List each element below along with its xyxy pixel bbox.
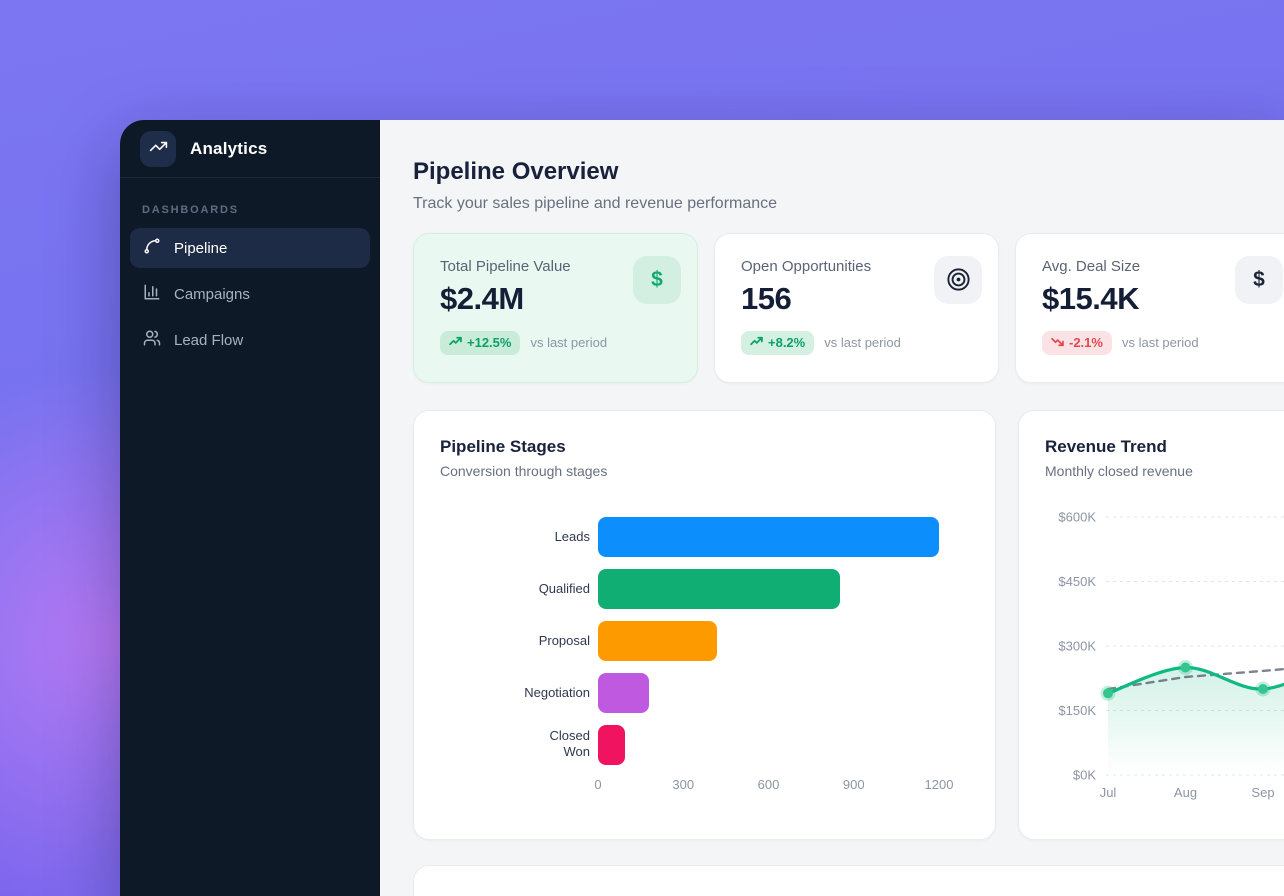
y-axis-tick: $150K (1058, 703, 1096, 718)
revenue-area (1108, 659, 1284, 775)
pipeline-stages-x-axis: 03006009001200 (598, 777, 969, 795)
sidebar-section-label: DASHBOARDS (130, 190, 370, 228)
y-axis-tick: $300K (1058, 638, 1096, 653)
y-axis-tick: $450K (1058, 574, 1096, 589)
app-title: Analytics (190, 139, 267, 159)
chart-title: Pipeline Stages (440, 437, 969, 457)
sidebar-item-label: Lead Flow (174, 332, 243, 349)
data-point-jul (1103, 688, 1113, 698)
bar-row-leads: Leads (440, 517, 969, 557)
bar-row-qualified: Qualified (440, 569, 969, 609)
delta-badge: -2.1% (1042, 331, 1112, 355)
kpi-card-avg-deal-size: Avg. Deal Size $15.4K -2.1% vs last peri… (1015, 233, 1284, 383)
main-content: Pipeline Overview Track your sales pipel… (380, 120, 1284, 896)
sidebar-item-lead-flow[interactable]: Lead Flow (130, 320, 370, 360)
trend-arrow-icon (750, 335, 763, 351)
page-subtitle: Track your sales pipeline and revenue pe… (413, 195, 1284, 213)
app-window: Analytics DASHBOARDS Pipeline Campaigns (120, 120, 1284, 896)
bar-qualified (598, 569, 840, 609)
bar-row-closed-won: Closed Won (440, 725, 969, 765)
bar-negotiation (598, 673, 649, 713)
chart-subtitle: Conversion through stages (440, 463, 969, 479)
sidebar-item-pipeline[interactable]: Pipeline (130, 228, 370, 268)
x-axis-tick: 900 (843, 777, 865, 792)
kpi-row: Total Pipeline Value $2.4M +12.5% vs las… (413, 233, 1284, 383)
bar-category-label: Proposal (539, 633, 590, 649)
bar-row-proposal: Proposal (440, 621, 969, 661)
bar-chart-icon (143, 283, 161, 305)
bar-proposal (598, 621, 717, 661)
trending-up-icon (149, 137, 168, 161)
sidebar: Analytics DASHBOARDS Pipeline Campaigns (120, 120, 380, 896)
sidebar-item-campaigns[interactable]: Campaigns (130, 274, 370, 314)
x-axis-tick: 0 (594, 777, 601, 792)
target-icon (934, 256, 982, 304)
pipeline-stages-card: Pipeline Stages Conversion through stage… (413, 410, 996, 840)
kpi-card-total-pipeline-value: Total Pipeline Value $2.4M +12.5% vs las… (413, 233, 698, 383)
users-icon (143, 329, 161, 351)
revenue-trend-card: Revenue Trend Monthly closed revenue $0K… (1018, 410, 1284, 840)
kpi-note: vs last period (1122, 335, 1199, 350)
bar-row-negotiation: Negotiation (440, 673, 969, 713)
x-axis-tick: 1200 (925, 777, 954, 792)
page-title: Pipeline Overview (413, 158, 1284, 187)
bar-category-label: Negotiation (524, 685, 590, 701)
charts-row: Pipeline Stages Conversion through stage… (413, 410, 1284, 840)
y-axis-tick: $0K (1073, 767, 1096, 782)
x-axis-tick: Sep (1251, 785, 1274, 800)
sidebar-nav: DASHBOARDS Pipeline Campaigns (120, 178, 380, 378)
spline-icon (143, 237, 161, 259)
sidebar-header: Analytics (120, 120, 380, 178)
trend-arrow-icon (1051, 335, 1064, 351)
delta-badge: +8.2% (741, 331, 814, 355)
revenue-trend-chart: $0K$150K$300K$450K$600KJulAugSepOct (1019, 411, 1284, 841)
kpi-card-open-opportunities: Open Opportunities 156 +8.2% vs last per… (714, 233, 999, 383)
sidebar-item-label: Pipeline (174, 240, 227, 257)
x-axis-tick: 600 (758, 777, 780, 792)
app-logo (140, 131, 176, 167)
data-point-aug (1181, 662, 1191, 672)
x-axis-tick: 300 (672, 777, 694, 792)
dollar-icon: $ (1235, 256, 1283, 304)
y-axis-tick: $600K (1058, 509, 1096, 524)
x-axis-tick: Jul (1100, 785, 1117, 800)
dollar-icon: $ (633, 256, 681, 304)
trend-arrow-icon (449, 335, 462, 351)
bottom-card-partial (413, 865, 1284, 896)
data-point-sep (1258, 684, 1268, 694)
bar-category-label: Leads (555, 529, 590, 545)
bar-leads (598, 517, 939, 557)
delta-badge: +12.5% (440, 331, 520, 355)
bar-closed-won (598, 725, 625, 765)
bar-category-label: Qualified (539, 581, 590, 597)
sidebar-item-label: Campaigns (174, 286, 250, 303)
kpi-note: vs last period (824, 335, 901, 350)
pipeline-stages-bars: Leads Qualified Proposal Negotiation Closed … (440, 517, 969, 765)
bar-category-label: Closed Won (520, 728, 590, 761)
x-axis-tick: Aug (1174, 785, 1197, 800)
kpi-note: vs last period (530, 335, 607, 350)
